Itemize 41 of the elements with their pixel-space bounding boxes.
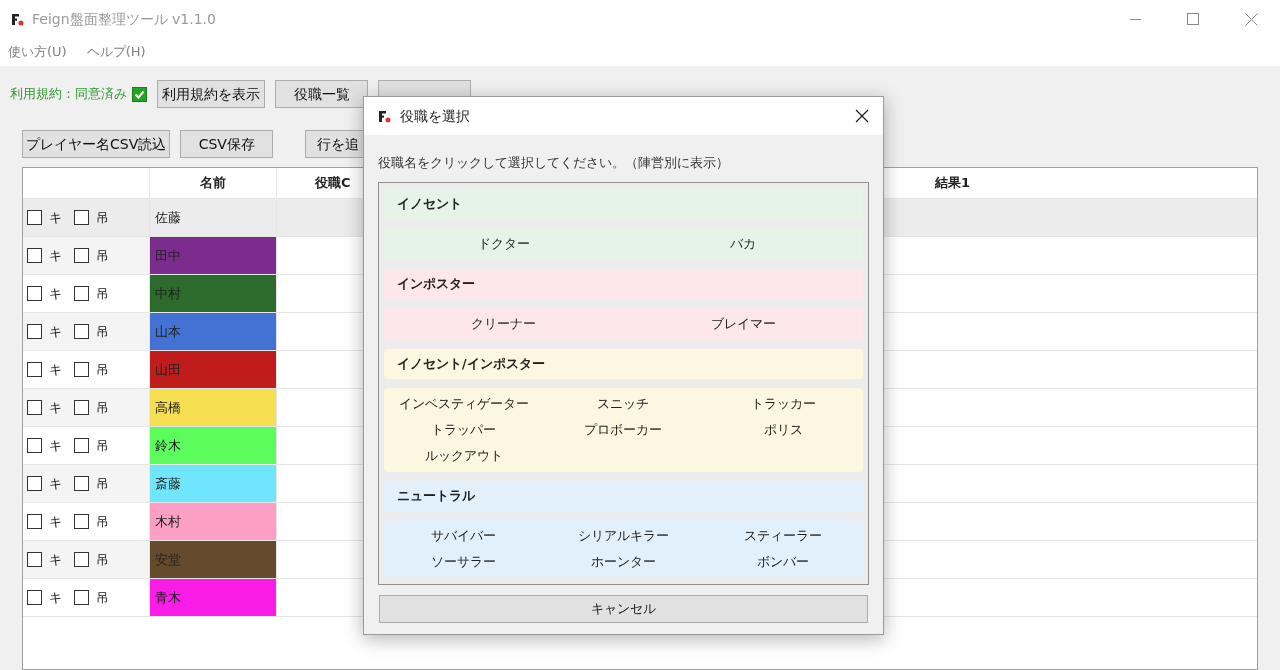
faction-header: イノセント [384, 189, 863, 219]
name-cell: 佐藤 [150, 199, 277, 236]
name-cell: 高橋 [150, 389, 277, 426]
name-cell: 鈴木 [150, 427, 277, 464]
checkbox-label: キ [49, 322, 62, 341]
checkbox-label: キ [49, 550, 62, 569]
checkbox-label: キ [49, 512, 62, 531]
name-cell: 中村 [150, 275, 277, 312]
faction-header: ニュートラル [384, 481, 863, 511]
name-cell: 山本 [150, 313, 277, 350]
faction-header: イノセント/インポスター [384, 349, 863, 379]
checkbox-label: キ [49, 588, 62, 607]
checkbox-label: キ [49, 208, 62, 227]
checkbox-label: 吊 [96, 588, 109, 607]
checkbox-label: キ [49, 284, 62, 303]
checkbox-label: 吊 [96, 208, 109, 227]
checkbox-label: 吊 [96, 512, 109, 531]
checkbox-label: 吊 [96, 284, 109, 303]
name-cell: 青木 [150, 579, 277, 616]
checkbox-label: 吊 [96, 398, 109, 417]
checkbox-label: 吊 [96, 360, 109, 379]
window-title: Feign盤面整理ツール v1.1.0 [32, 9, 216, 29]
name-cell: 斎藤 [150, 465, 277, 502]
checkbox-label: キ [49, 474, 62, 493]
name-cell: 安堂 [150, 541, 277, 578]
terms-status: 利用規約：同意済み [10, 85, 127, 104]
checkbox-label: 吊 [96, 246, 109, 265]
name-cell: 山田 [150, 351, 277, 388]
checkbox-label: 吊 [96, 550, 109, 569]
checkbox-label: キ [49, 436, 62, 455]
checkbox-label: 吊 [96, 322, 109, 341]
checkbox-label: 吊 [96, 474, 109, 493]
faction-header: インポスター [384, 269, 863, 299]
instruction-text: 役職名をクリックして選択してください。（陣営別に表示） [378, 155, 729, 170]
checkbox-label: キ [49, 246, 62, 265]
checkbox-label: 吊 [96, 436, 109, 455]
name-cell: 田中 [150, 237, 277, 274]
name-cell: 木村 [150, 503, 277, 540]
checkbox-label: キ [49, 398, 62, 417]
checkbox-label: キ [49, 360, 62, 379]
dialog-title: 役職を選択 [400, 106, 470, 126]
